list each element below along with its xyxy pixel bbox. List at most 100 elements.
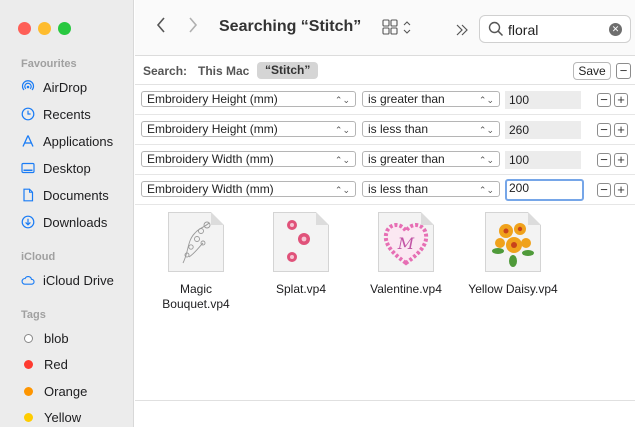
icloud-heading: iCloud [21,251,56,263]
sidebar-item-label: Desktop [43,160,91,176]
criteria-row: Embroidery Width (mm) ⌃⌄ is less than ⌃⌄ 2… [135,175,635,205]
remove-row-button[interactable]: − [597,93,611,107]
up-down-arrows-icon: ⌃⌄ [334,185,350,195]
attribute-value: Embroidery Height (mm) [147,122,278,136]
sidebar-item-applications[interactable]: Applications [21,130,133,152]
sidebar-item-documents[interactable]: Documents [21,184,133,206]
file-name: Magic Bouquet.vp4 [141,282,251,312]
add-row-button[interactable]: + [614,153,628,167]
sidebar-item-recents[interactable]: Recents [21,103,133,125]
operator-popup[interactable]: is greater than ⌃⌄ [362,91,500,107]
add-row-button[interactable]: + [614,123,628,137]
remove-row-button[interactable]: − [597,183,611,197]
save-search-button[interactable]: Save [573,62,611,80]
search-scope-bar: Search: This Mac “Stitch” Save − [135,57,635,85]
attribute-popup[interactable]: Embroidery Height (mm) ⌃⌄ [141,91,356,107]
remove-criteria-button[interactable]: − [616,63,631,79]
applications-icon [21,134,35,148]
desktop-icon [21,161,35,175]
sidebar-item-label: Applications [43,133,114,149]
search-input[interactable]: floral [508,22,538,38]
add-row-button[interactable]: + [614,93,628,107]
up-down-arrows-icon: ⌃⌄ [334,95,350,105]
criteria-value-field[interactable]: 260 [505,121,581,139]
file-name-line: Yellow Daisy.vp4 [468,282,558,296]
more-toolbar-button[interactable] [454,19,470,43]
attribute-value: Embroidery Width (mm) [147,182,274,196]
zoom-button[interactable] [58,22,71,35]
tags-heading: Tags [21,309,46,321]
attribute-popup[interactable]: Embroidery Width (mm) ⌃⌄ [141,181,356,197]
criteria-value-field[interactable]: 100 [505,91,581,109]
file-name: Valentine.vp4 [351,282,461,297]
sidebar-item-label: Orange [44,383,88,399]
clock-icon [21,107,35,121]
up-down-arrows-icon: ⌃⌄ [478,185,494,195]
add-row-button[interactable]: + [614,183,628,197]
sidebar-item-desktop[interactable]: Desktop [21,157,133,179]
scope-this-mac[interactable]: This Mac [198,64,249,78]
criteria-row: Embroidery Height (mm) ⌃⌄ is greater than… [135,85,635,115]
up-down-arrows-icon: ⌃⌄ [334,155,350,165]
attribute-value: Embroidery Height (mm) [147,92,278,106]
forward-button[interactable] [187,15,199,40]
sidebar-item-label: Documents [43,187,109,203]
remove-row-button[interactable]: − [597,123,611,137]
sidebar-item-label: Red [44,356,68,372]
download-icon [21,215,35,229]
up-down-arrows-icon: ⌃⌄ [334,125,350,135]
file-name-line: Bouquet.vp4 [162,297,230,311]
sidebar-tag-orange[interactable]: Orange [21,380,133,402]
attribute-popup[interactable]: Embroidery Height (mm) ⌃⌄ [141,121,356,137]
file-item[interactable]: Magic Bouquet.vp4 [141,212,251,312]
remove-row-button[interactable]: − [597,153,611,167]
view-options-button[interactable] [382,18,414,42]
operator-popup[interactable]: is greater than ⌃⌄ [362,151,500,167]
close-button[interactable] [18,22,31,35]
sidebar-tag-yellow[interactable]: Yellow [21,406,133,427]
sidebar-item-label: blob [44,330,69,346]
document-icon [21,188,35,202]
sidebar-item-downloads[interactable]: Downloads [21,211,133,233]
sidebar-item-label: Downloads [43,214,108,230]
minimize-button[interactable] [38,22,51,35]
airdrop-icon [21,80,35,94]
sidebar-item-icloud-drive[interactable]: iCloud Drive [21,269,133,291]
back-button[interactable] [155,15,167,40]
criteria-value-field[interactable]: 100 [505,151,581,169]
file-thumbnail [168,212,224,272]
grid-view-icon [382,19,411,35]
file-item[interactable]: M Valentine.vp4 [351,212,461,297]
double-chevron-right-icon [456,24,468,36]
sidebar-tag-red[interactable]: Red [21,353,133,375]
scope-stitch-selected[interactable]: “Stitch” [257,62,319,79]
criteria-value-field[interactable]: 200 [505,179,584,201]
tag-dot [24,412,33,422]
sidebar-tag-blob[interactable]: blob [21,327,133,349]
attribute-popup[interactable]: Embroidery Width (mm) ⌃⌄ [141,151,356,167]
sidebar: Favourites AirDrop Recents Applications … [0,0,134,427]
sidebar-item-airdrop[interactable]: AirDrop [21,76,133,98]
file-name: Splat.vp4 [246,282,356,297]
operator-popup[interactable]: is less than ⌃⌄ [362,121,500,137]
operator-popup[interactable]: is less than ⌃⌄ [362,181,500,197]
sidebar-item-label: Yellow [44,409,82,425]
finder-window: Favourites AirDrop Recents Applications … [0,0,635,427]
file-thumbnail [273,212,329,272]
tag-dot [24,386,33,396]
tag-dot [24,333,33,343]
file-item[interactable]: Yellow Daisy.vp4 [458,212,568,297]
file-item[interactable]: Splat.vp4 [246,212,356,297]
sidebar-item-label: iCloud Drive [43,272,114,288]
search-icon [488,21,504,40]
tag-dot [24,359,33,369]
results-area: Magic Bouquet.vp4 Splat.vp4 M Valentine.… [135,212,635,400]
file-name-line: Splat.vp4 [275,282,327,296]
up-down-arrows-icon: ⌃⌄ [478,125,494,135]
criteria-row: Embroidery Width (mm) ⌃⌄ is greater than ⌃… [135,145,635,175]
clear-search-icon[interactable]: ✕ [609,23,622,36]
search-field[interactable]: floral ✕ [479,15,631,43]
file-name-line: Valentine.vp4 [370,282,442,296]
chevron-right-icon [189,17,198,33]
operator-value: is less than [368,182,429,196]
